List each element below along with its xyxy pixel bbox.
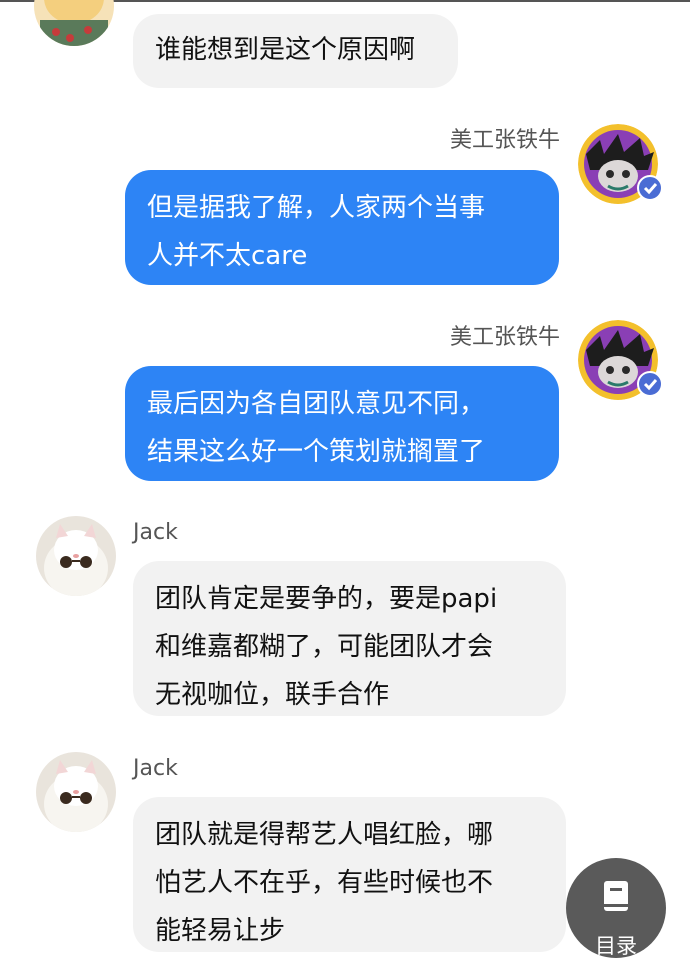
avatar[interactable] (36, 516, 116, 596)
message-text: 最后因为各自团队意见不同， (147, 389, 486, 419)
sender-name: 美工张铁牛 (449, 325, 560, 350)
book-icon (602, 880, 630, 916)
avatar[interactable] (34, 0, 114, 46)
message-bubble[interactable]: 团队就是得帮艺人唱红脸，哪 怕艺人不在乎，有些时候也不 能轻易让步 (133, 797, 566, 952)
toc-label: 目录 (595, 934, 637, 958)
sender-name: Jack (133, 756, 178, 781)
sender-name: Jack (133, 520, 178, 545)
message-text: 怕艺人不在乎，有些时候也不 (155, 868, 494, 898)
message-bubble[interactable]: 最后因为各自团队意见不同， 结果这么好一个策划就搁置了 (125, 366, 559, 481)
message-bubble[interactable]: 但是据我了解，人家两个当事 人并不太care (125, 170, 559, 285)
message-text: 团队肯定是要争的，要是papi (155, 584, 498, 614)
message-text: 但是据我了解，人家两个当事 (147, 193, 486, 223)
message-text: 团队就是得帮艺人唱红脸，哪 (155, 820, 494, 850)
verified-badge-icon (637, 371, 663, 397)
verified-badge-icon (637, 175, 663, 201)
message-text: 人并不太care (147, 241, 308, 271)
message-bubble[interactable]: 团队肯定是要争的，要是papi 和维嘉都糊了，可能团队才会 无视咖位，联手合作 (133, 561, 566, 716)
message-text: 和维嘉都糊了，可能团队才会 (155, 632, 494, 662)
message-text: 谁能想到是这个原因啊 (155, 35, 416, 65)
sender-name: 美工张铁牛 (449, 128, 560, 153)
message-text: 无视咖位，联手合作 (155, 680, 390, 710)
toc-button[interactable]: 目录 (566, 858, 666, 958)
message-bubble[interactable]: 谁能想到是这个原因啊 (133, 14, 458, 88)
message-text: 结果这么好一个策划就搁置了 (147, 437, 486, 467)
message-text: 能轻易让步 (155, 916, 286, 946)
avatar[interactable] (36, 752, 116, 832)
